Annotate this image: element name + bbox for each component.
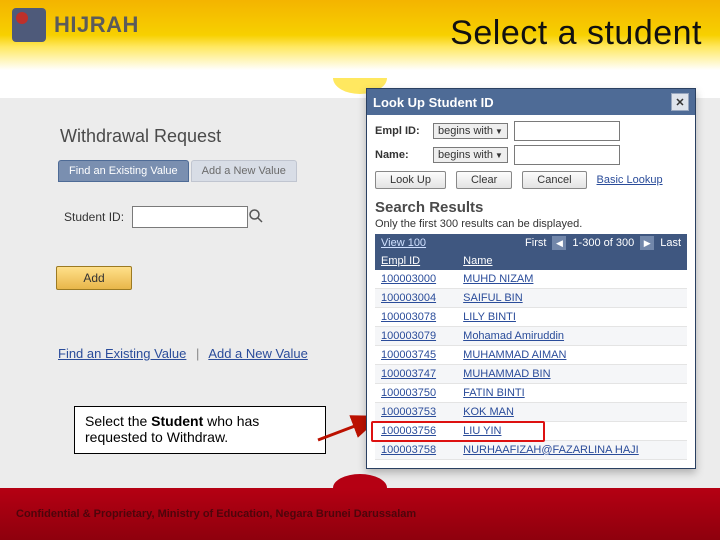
lookup-popup: Look Up Student ID ✕ Empl ID: begins wit… bbox=[366, 88, 696, 469]
content-area: Withdrawal Request Find an Existing Valu… bbox=[0, 98, 720, 488]
popup-body: Empl ID: begins with▼ Name: begins with▼… bbox=[367, 115, 695, 468]
page-title: Select a student bbox=[450, 14, 702, 53]
empl-id-row: Empl ID: begins with▼ bbox=[375, 121, 687, 141]
footer-text: Confidential & Proprietary, Ministry of … bbox=[16, 508, 416, 520]
table-row[interactable]: 100003000MUHD NIZAM bbox=[375, 270, 687, 289]
cell-name[interactable]: MUHAMMAD BIN bbox=[457, 365, 687, 384]
student-id-label: Student ID: bbox=[64, 210, 124, 224]
table-row[interactable]: 100003747MUHAMMAD BIN bbox=[375, 365, 687, 384]
table-row[interactable]: 100003004SAIFUL BIN bbox=[375, 289, 687, 308]
cancel-button[interactable]: Cancel bbox=[522, 171, 586, 189]
results-limit-note: Only the first 300 results can be displa… bbox=[375, 218, 687, 230]
instruction-callout: Select the Student who has requested to … bbox=[74, 406, 326, 454]
cell-name[interactable]: NURHAAFIZAH@FAZARLINA HAJI bbox=[457, 441, 687, 460]
lookup-button[interactable]: Look Up bbox=[375, 171, 446, 189]
callout-prefix: Select the bbox=[85, 413, 151, 429]
cell-empl-id[interactable]: 100003000 bbox=[375, 270, 457, 289]
cell-empl-id[interactable]: 100003745 bbox=[375, 346, 457, 365]
range-text: 1-300 of 300 bbox=[572, 237, 634, 249]
pager: First ◀ 1-300 of 300 ▶ Last bbox=[525, 236, 681, 250]
callout-bold: Student bbox=[151, 413, 203, 429]
cell-empl-id[interactable]: 100003753 bbox=[375, 403, 457, 422]
name-label: Name: bbox=[375, 149, 427, 161]
page-tabs: Find an Existing Value Add a New Value bbox=[58, 160, 299, 182]
lookup-icon[interactable] bbox=[248, 208, 264, 224]
cell-name[interactable]: LILY BINTI bbox=[457, 308, 687, 327]
empl-id-op-select[interactable]: begins with▼ bbox=[433, 123, 508, 139]
cell-empl-id[interactable]: 100003747 bbox=[375, 365, 457, 384]
results-table: Empl ID Name 100003000MUHD NIZAM10000300… bbox=[375, 252, 687, 460]
cell-name[interactable]: Mohamad Amiruddin bbox=[457, 327, 687, 346]
section-title: Withdrawal Request bbox=[60, 126, 221, 147]
chevron-down-icon: ▼ bbox=[495, 127, 503, 136]
logo-icon bbox=[12, 8, 46, 42]
basic-lookup-link[interactable]: Basic Lookup bbox=[597, 174, 663, 186]
empl-id-input[interactable] bbox=[514, 121, 620, 141]
cell-empl-id[interactable]: 100003758 bbox=[375, 441, 457, 460]
table-row[interactable]: 100003078LILY BINTI bbox=[375, 308, 687, 327]
search-results-heading: Search Results bbox=[375, 199, 687, 216]
results-table-wrap: Empl ID Name 100003000MUHD NIZAM10000300… bbox=[375, 252, 687, 460]
view-100-link[interactable]: View 100 bbox=[381, 237, 426, 249]
link-add-new[interactable]: Add a New Value bbox=[208, 346, 308, 361]
cell-name[interactable]: MUHD NIZAM bbox=[457, 270, 687, 289]
header-band: HIJRAH Select a student bbox=[0, 0, 720, 78]
logo-text: HIJRAH bbox=[54, 12, 139, 38]
logo: HIJRAH bbox=[12, 8, 139, 42]
tab-add-new[interactable]: Add a New Value bbox=[191, 160, 297, 182]
table-row[interactable]: 100003753KOK MAN bbox=[375, 403, 687, 422]
popup-title: Look Up Student ID bbox=[373, 95, 494, 110]
cell-empl-id[interactable]: 100003750 bbox=[375, 384, 457, 403]
chevron-down-icon: ▼ bbox=[495, 151, 503, 160]
table-row[interactable]: 100003079Mohamad Amiruddin bbox=[375, 327, 687, 346]
cell-empl-id[interactable]: 100003004 bbox=[375, 289, 457, 308]
footer: Confidential & Proprietary, Ministry of … bbox=[0, 488, 720, 540]
first-link[interactable]: First bbox=[525, 237, 546, 249]
next-icon[interactable]: ▶ bbox=[640, 236, 654, 250]
results-navbar: View 100 First ◀ 1-300 of 300 ▶ Last bbox=[375, 234, 687, 252]
popup-buttons: Look Up Clear Cancel Basic Lookup bbox=[375, 171, 687, 189]
add-button[interactable]: Add bbox=[56, 266, 132, 290]
table-row[interactable]: 100003758NURHAAFIZAH@FAZARLINA HAJI bbox=[375, 441, 687, 460]
name-op-select[interactable]: begins with▼ bbox=[433, 147, 508, 163]
link-separator: | bbox=[196, 346, 199, 361]
cell-name[interactable]: LIU YIN bbox=[457, 422, 687, 441]
last-link[interactable]: Last bbox=[660, 237, 681, 249]
link-find-existing[interactable]: Find an Existing Value bbox=[58, 346, 186, 361]
close-icon[interactable]: ✕ bbox=[671, 93, 689, 111]
name-input[interactable] bbox=[514, 145, 620, 165]
prev-icon[interactable]: ◀ bbox=[552, 236, 566, 250]
slide-stage: HIJRAH Select a student Withdrawal Reque… bbox=[0, 0, 720, 540]
table-row[interactable]: 100003750FATIN BINTI bbox=[375, 384, 687, 403]
cell-name[interactable]: MUHAMMAD AIMAN bbox=[457, 346, 687, 365]
cell-name[interactable]: FATIN BINTI bbox=[457, 384, 687, 403]
cell-empl-id[interactable]: 100003078 bbox=[375, 308, 457, 327]
col-name[interactable]: Name bbox=[457, 252, 687, 270]
cell-empl-id[interactable]: 100003079 bbox=[375, 327, 457, 346]
col-empl-id[interactable]: Empl ID bbox=[375, 252, 457, 270]
cell-name[interactable]: SAIFUL BIN bbox=[457, 289, 687, 308]
cell-empl-id[interactable]: 100003756 bbox=[375, 422, 457, 441]
name-row: Name: begins with▼ bbox=[375, 145, 687, 165]
tab-find-existing[interactable]: Find an Existing Value bbox=[58, 160, 189, 182]
table-row[interactable]: 100003756LIU YIN bbox=[375, 422, 687, 441]
clear-button[interactable]: Clear bbox=[456, 171, 512, 189]
bottom-links: Find an Existing Value | Add a New Value bbox=[58, 346, 308, 361]
table-row[interactable]: 100003745MUHAMMAD AIMAN bbox=[375, 346, 687, 365]
empl-id-label: Empl ID: bbox=[375, 125, 427, 137]
popup-header: Look Up Student ID ✕ bbox=[367, 89, 695, 115]
student-id-input[interactable] bbox=[132, 206, 248, 228]
app-panel: Withdrawal Request Find an Existing Valu… bbox=[36, 102, 684, 484]
cell-name[interactable]: KOK MAN bbox=[457, 403, 687, 422]
